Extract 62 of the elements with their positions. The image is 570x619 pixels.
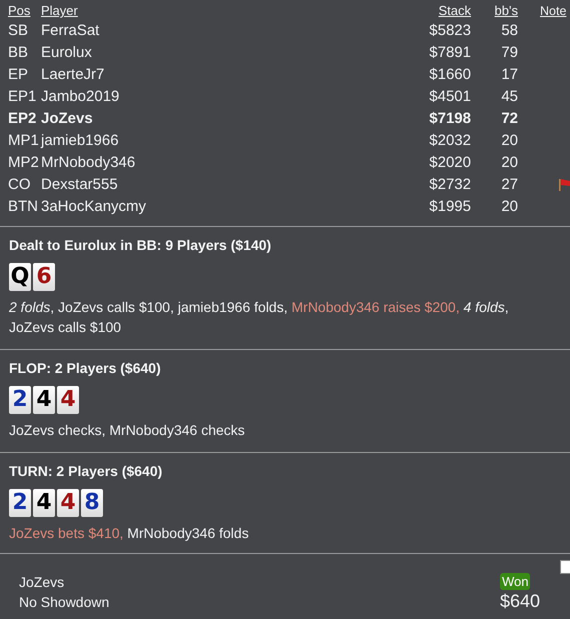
table-cell: FerraSat xyxy=(41,22,100,39)
table-cell: 79 xyxy=(501,44,518,61)
table-cell: 58 xyxy=(501,22,518,39)
table-cell: 17 xyxy=(501,66,518,83)
action-text: JoZevs bets $410, MrNobody346 folds xyxy=(9,524,250,543)
playing-card: 6 xyxy=(33,263,55,291)
flag-icon[interactable] xyxy=(558,178,570,192)
playing-card: 4 xyxy=(57,386,79,414)
table-cell: EP2 xyxy=(8,110,36,127)
table-cell: 3aHocKanycmy xyxy=(41,198,146,215)
street-title: FLOP: 2 Players ($640) xyxy=(9,359,162,377)
checkbox[interactable] xyxy=(560,560,570,574)
playing-card: 4 xyxy=(33,489,55,517)
table-cell: BB xyxy=(8,44,28,61)
table-cell: MP2 xyxy=(8,154,39,171)
playing-card: 8 xyxy=(81,489,103,517)
street-title: Dealt to Eurolux in BB: 9 Players ($140) xyxy=(9,236,272,254)
playing-card: 4 xyxy=(33,386,55,414)
street-title: TURN: 2 Players ($640) xyxy=(9,462,164,480)
table-cell: Eurolux xyxy=(41,44,92,61)
table-cell: BTN xyxy=(8,198,38,215)
pot-amount: $640 xyxy=(500,590,540,612)
table-cell: JoZevs xyxy=(41,110,93,127)
table-cell: Jambo2019 xyxy=(41,88,120,105)
table-cell: $2020 xyxy=(429,154,471,171)
table-cell: 72 xyxy=(501,110,518,127)
table-cell: EP xyxy=(8,66,28,83)
won-badge: Won xyxy=(500,573,530,590)
table-cell: LaerteJr7 xyxy=(41,66,104,83)
playing-card: 4 xyxy=(57,489,79,517)
table-cell: 20 xyxy=(501,198,518,215)
table-cell: $7198 xyxy=(429,110,471,127)
action-text: JoZevs checks, MrNobody346 checks xyxy=(9,421,246,440)
table-cell: EP1 xyxy=(8,88,36,105)
table-cell: $5823 xyxy=(429,22,471,39)
table-cell: 27 xyxy=(501,176,518,193)
table-cell: 20 xyxy=(501,154,518,171)
table-cell: jamieb1966 xyxy=(41,132,119,149)
table-cell: SB xyxy=(8,22,28,39)
playing-card: 2 xyxy=(9,489,31,517)
table-cell: MrNobody346 xyxy=(41,154,136,171)
playing-card: Q xyxy=(9,263,31,291)
table-cell: $7891 xyxy=(429,44,471,61)
result-detail: No Showdown xyxy=(19,593,110,612)
table-cell: 45 xyxy=(501,88,518,105)
table-cell: $2732 xyxy=(429,176,471,193)
table-cell: $1660 xyxy=(429,66,471,83)
playing-card: 2 xyxy=(9,386,31,414)
table-cell: $2032 xyxy=(429,132,471,149)
winner-name: JoZevs xyxy=(19,573,66,592)
column-header[interactable]: Stack xyxy=(438,3,471,18)
table-cell: $1995 xyxy=(429,198,471,215)
table-cell: 20 xyxy=(501,132,518,149)
column-header[interactable]: bb's xyxy=(494,3,518,18)
column-header[interactable]: Note xyxy=(540,4,566,18)
column-header[interactable]: Player xyxy=(41,3,78,18)
table-cell: CO xyxy=(8,176,30,193)
table-cell: MP1 xyxy=(8,132,39,149)
table-cell: Dexstar555 xyxy=(41,176,118,193)
action-text: 2 folds, JoZevs calls $100, jamieb1966 folds, MrNobody346 raises $200, 4 folds, JoZevs calls $100 xyxy=(9,298,510,337)
column-header[interactable]: Pos xyxy=(8,3,30,18)
table-cell: $4501 xyxy=(429,88,471,105)
